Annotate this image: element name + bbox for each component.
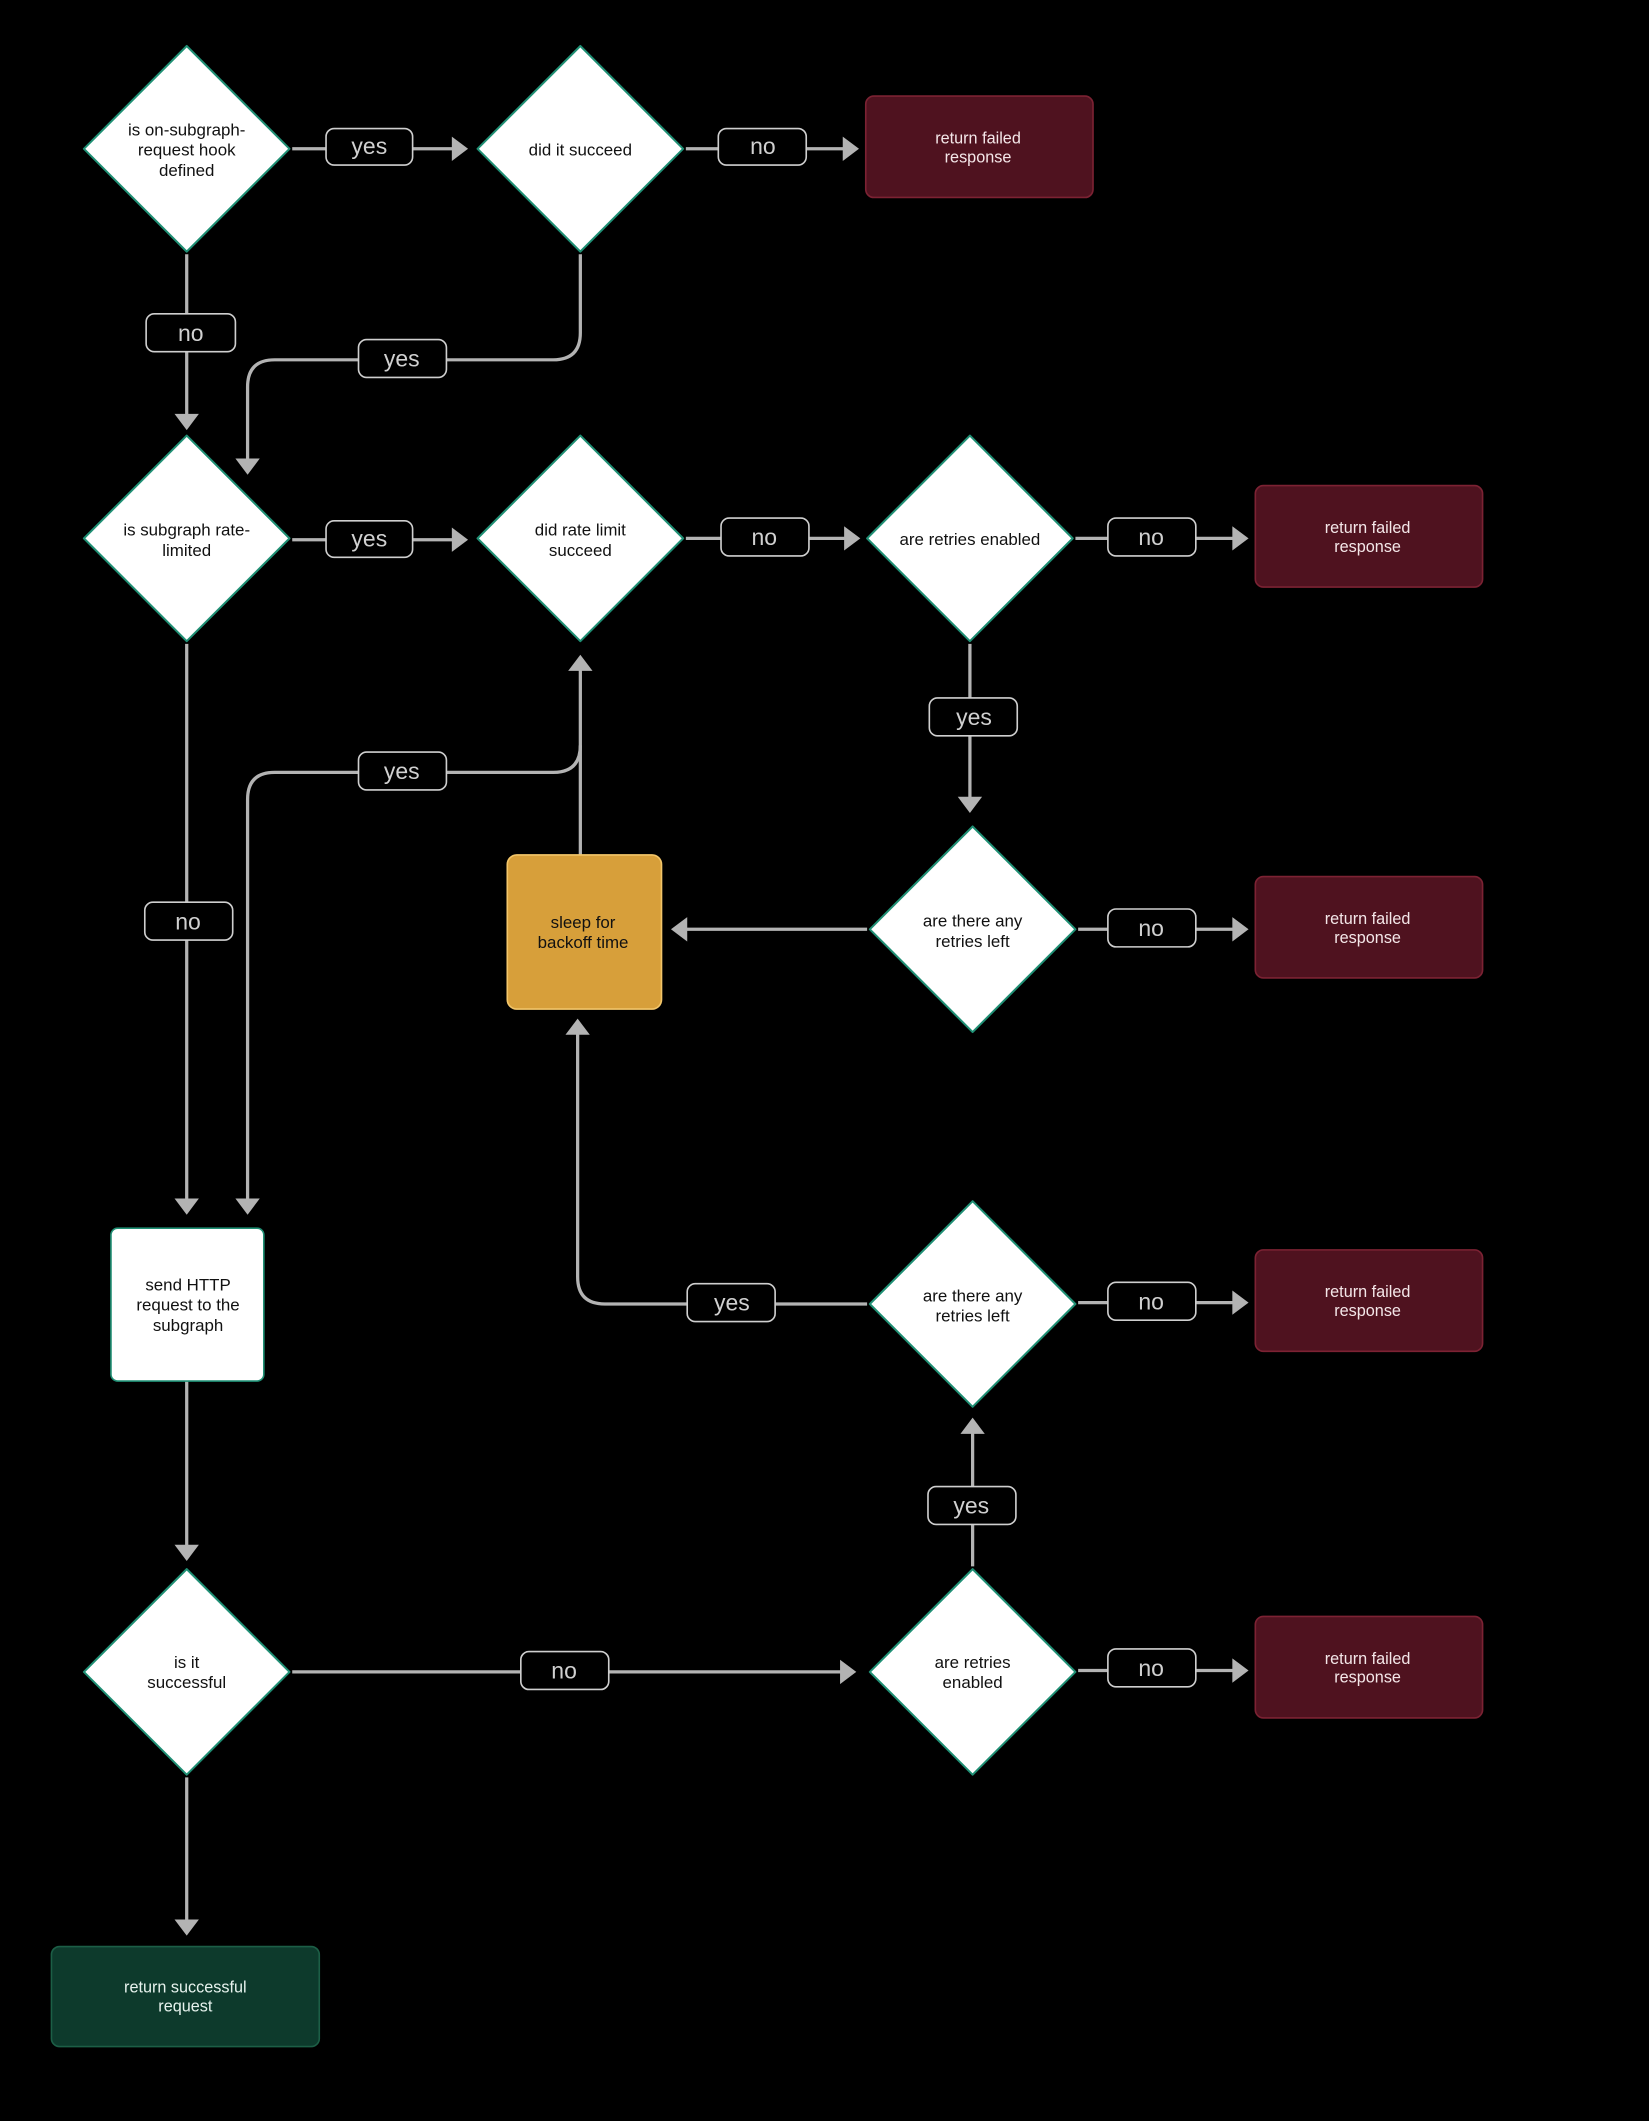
- svg-text:return failedresponse: return failed response: [1325, 1650, 1411, 1687]
- arrowhead: [174, 1919, 199, 1936]
- svg-text:no: no: [1138, 1655, 1164, 1681]
- arrowhead: [840, 1659, 857, 1685]
- svg-text:yes: yes: [953, 1493, 989, 1519]
- label-retries1-no: no: [1107, 517, 1197, 557]
- edges: [174, 136, 1249, 1936]
- return-success: return successful request: [50, 1945, 321, 2048]
- svg-text:sleep forbackoff time: sleep for backoff time: [538, 913, 629, 952]
- svg-text:no: no: [1138, 915, 1164, 941]
- svg-text:are there anyretries left: are there any retries left: [923, 912, 1023, 951]
- arrowhead: [1232, 1658, 1249, 1683]
- arrowhead: [842, 136, 859, 161]
- arrowhead: [957, 796, 983, 813]
- label-rate-ok-yes: yes: [357, 751, 448, 791]
- label-left2-yes: yes: [686, 1282, 776, 1323]
- svg-text:did it succeed: did it succeed: [529, 141, 632, 160]
- label-rate-fail-no: no: [720, 517, 810, 557]
- svg-text:return failedresponse: return failed response: [1325, 910, 1411, 947]
- svg-text:yes: yes: [351, 525, 387, 551]
- fail-hook: return failed response: [864, 95, 1094, 199]
- label-hook-ok-yes: yes: [357, 338, 448, 379]
- svg-text:are retriesenabled: are retries enabled: [935, 1653, 1011, 1692]
- label-hook-no: no: [145, 313, 237, 353]
- arrowhead: [960, 1417, 985, 1434]
- arrowhead: [235, 458, 260, 475]
- arrowhead: [174, 1544, 199, 1561]
- label-left1-no: no: [1107, 908, 1197, 948]
- svg-text:no: no: [178, 320, 204, 346]
- flowchart: is on-subgraph-request hook defined did i…: [50, 44, 1484, 2048]
- decision-retries-left-1: are there any retries left: [868, 825, 1077, 1034]
- svg-text:are there anyretries left: are there any retries left: [923, 1286, 1023, 1325]
- svg-text:are retries enabled: are retries enabled: [899, 530, 1040, 549]
- arrowhead: [844, 526, 861, 551]
- arrowhead: [451, 527, 469, 552]
- decision-rate-limited: is subgraph rate-limited: [82, 434, 291, 643]
- label-hook-fail-no: no: [717, 127, 808, 166]
- label-retries2-yes: yes: [927, 1485, 1017, 1526]
- svg-text:yes: yes: [956, 704, 992, 730]
- label-hook-yes: yes: [325, 127, 414, 166]
- arrowhead: [568, 654, 593, 671]
- svg-text:yes: yes: [351, 133, 387, 159]
- arrowhead: [1232, 1290, 1249, 1315]
- svg-text:yes: yes: [384, 346, 420, 372]
- label-left2-no: no: [1107, 1281, 1197, 1322]
- svg-text:return failedresponse: return failed response: [935, 129, 1021, 166]
- arrowhead: [1232, 526, 1249, 551]
- send-http-request: send HTTP request to the subgraph: [110, 1227, 265, 1382]
- fail-no-retries-2: return failed response: [1254, 1249, 1484, 1353]
- svg-text:return failedresponse: return failed response: [1325, 1283, 1411, 1320]
- svg-text:return failedresponse: return failed response: [1325, 519, 1411, 556]
- fail-retries-disabled-1: return failed response: [1254, 484, 1484, 588]
- svg-text:no: no: [1138, 524, 1164, 550]
- svg-text:yes: yes: [384, 758, 420, 784]
- arrowhead: [451, 136, 469, 161]
- svg-text:no: no: [175, 908, 201, 934]
- svg-text:no: no: [1138, 1288, 1164, 1314]
- decision-hook-defined: is on-subgraph-request hook defined: [82, 44, 291, 253]
- decision-retries-left-2: are there any retries left: [868, 1200, 1077, 1408]
- decision-rate-limit-succeeded: did rate limit succeed: [476, 434, 685, 643]
- decision-hook-succeeded: did it succeed: [476, 44, 685, 253]
- arrowhead: [670, 917, 688, 942]
- label-retries1-yes: yes: [928, 697, 1019, 737]
- svg-text:no: no: [551, 1658, 577, 1684]
- label-rate-no: no: [143, 901, 234, 941]
- label-rate-yes: yes: [325, 519, 414, 559]
- decision-is-successful: is it successful: [82, 1568, 291, 1776]
- sleep-backoff: sleep for backoff time: [506, 854, 663, 1010]
- label-success-no: no: [520, 1650, 610, 1691]
- fail-no-retries-1: return failed response: [1254, 875, 1484, 979]
- svg-text:no: no: [750, 133, 776, 159]
- edge-left2-yes: [576, 1032, 868, 1306]
- fail-retries-disabled-2: return failed response: [1254, 1615, 1484, 1719]
- label-retries2-no: no: [1107, 1648, 1197, 1688]
- svg-text:yes: yes: [714, 1290, 750, 1316]
- arrowhead: [565, 1018, 590, 1035]
- svg-text:no: no: [752, 524, 778, 550]
- arrowhead: [174, 1198, 199, 1215]
- decision-retries-enabled-2: are retries enabled: [868, 1568, 1077, 1776]
- decision-retries-enabled-1: are retries enabled: [866, 434, 1074, 643]
- arrowhead: [1232, 917, 1249, 942]
- arrowhead: [235, 1198, 260, 1215]
- arrowhead: [174, 413, 199, 431]
